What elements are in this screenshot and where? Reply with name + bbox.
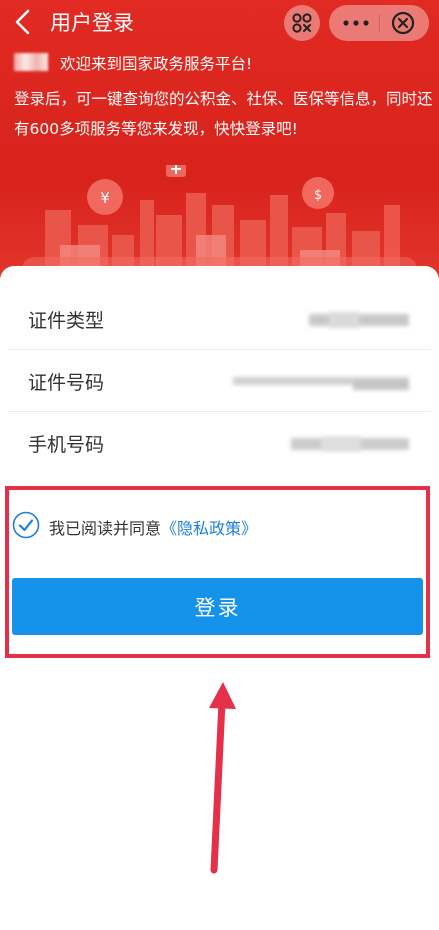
user-name-blurred: [14, 53, 48, 71]
social-security-icon: $: [302, 177, 334, 209]
hero-banner: 用户登录 欢迎来到国家政务服务平台! 登录后，可一键查询您的公积金、社保、医保等…: [0, 0, 439, 300]
check-icon[interactable]: [12, 511, 40, 539]
agreement-text: 我已阅读并同意《隐私政策》: [49, 515, 257, 539]
page-title: 用户登录: [50, 11, 134, 35]
login-button[interactable]: 登录: [12, 578, 423, 635]
description-text: 登录后，可一键查询您的公积金、社保、医保等信息，同时还有600多项服务等您来发现…: [14, 90, 433, 138]
pointer-arrow-annotation: [209, 682, 236, 874]
close-icon[interactable]: [391, 11, 415, 35]
mini-program-capsule: [329, 5, 429, 41]
id-type-value-blurred[interactable]: [309, 312, 409, 328]
scan-qr-button[interactable]: [284, 5, 320, 41]
back-icon[interactable]: [12, 8, 34, 36]
privacy-policy-link[interactable]: 《隐私政策》: [161, 519, 257, 538]
agreement-label: 我已阅读并同意: [49, 519, 162, 538]
house-yen-icon: ¥: [87, 179, 123, 215]
id-number-label: 证件号码: [28, 372, 105, 394]
more-icon[interactable]: [343, 20, 369, 26]
phone-value-blurred[interactable]: [291, 436, 409, 452]
id-number-value-blurred[interactable]: [233, 374, 409, 390]
phone-label: 手机号码: [28, 434, 105, 456]
top-bar: 用户登录: [0, 0, 439, 46]
id-number-row[interactable]: 证件号码: [8, 350, 431, 412]
id-type-row[interactable]: 证件类型: [8, 288, 431, 350]
scan-qr-icon: [292, 13, 312, 33]
welcome-text: 欢迎来到国家政务服务平台!: [60, 55, 253, 73]
id-type-label: 证件类型: [28, 310, 105, 332]
capsule-divider: [379, 14, 380, 32]
medical-cross-icon: [166, 165, 186, 177]
svg-text:¥: ¥: [100, 189, 110, 207]
svg-text:$: $: [314, 188, 322, 203]
phone-row[interactable]: 手机号码: [8, 412, 431, 474]
